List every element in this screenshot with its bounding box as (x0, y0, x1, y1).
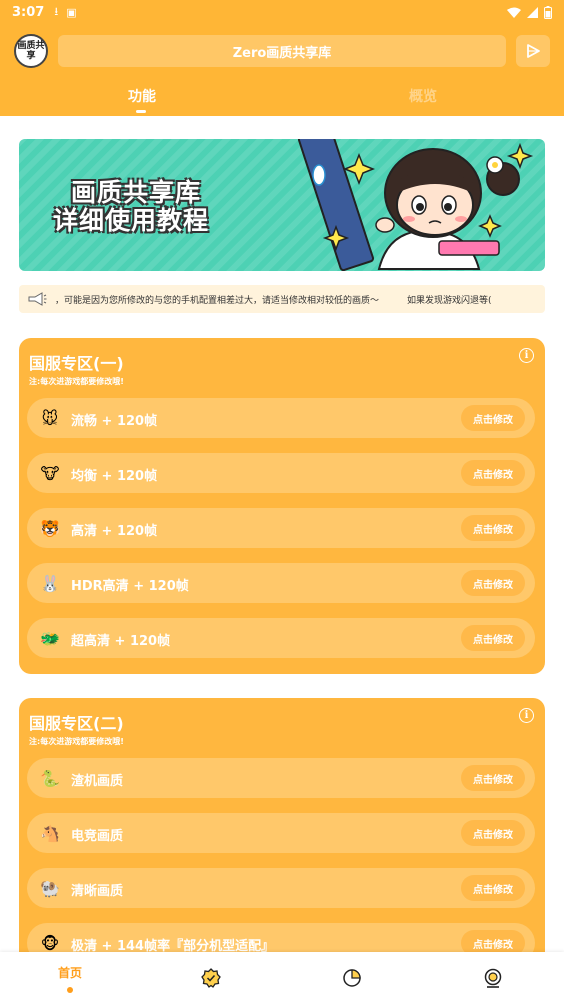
status-bar: 3:07 ⭳ ▣ (0, 0, 564, 24)
badge-icon (201, 968, 221, 988)
tutorial-banner[interactable]: 画质共享库 详细使用教程 (19, 139, 545, 271)
megaphone-icon (27, 291, 47, 307)
notice-text-continued: 如果发现游戏闪退等( (407, 295, 492, 306)
list-item[interactable]: 🐏 清晰画质 点击修改 (27, 868, 535, 908)
tiger-icon: 🐯 (40, 518, 60, 538)
pie-chart-icon (343, 969, 361, 987)
list-item[interactable]: 🐭 流畅 + 120帧 点击修改 (27, 398, 535, 438)
item-label: 清晰画质 (71, 884, 124, 899)
wifi-icon (507, 7, 521, 18)
tab-indicator (136, 110, 146, 113)
banner-girl-illustration (297, 139, 534, 271)
download-icon: ⭳ (54, 4, 59, 18)
app-logo[interactable]: 画质共享 (14, 34, 48, 68)
app-title: Zero画质共享库 (232, 45, 332, 61)
status-time: 3:07 (12, 4, 45, 20)
item-label: 均衡 + 120帧 (71, 469, 158, 484)
nav-home-label: 首页 (57, 965, 82, 980)
item-label: 电竞画质 (71, 829, 124, 844)
section-note: 注:每次进游戏都要修改哦! (29, 377, 124, 386)
notice-marquee: ，可能是因为您所修改的与您的手机配置相差过大，请适当修改相对较低的画质～ 如果发… (19, 285, 545, 313)
nav-badge[interactable] (141, 952, 281, 1004)
banner-title-line2: 详细使用教程 (53, 206, 210, 235)
item-label: 超高清 + 120帧 (71, 634, 171, 649)
list-item[interactable]: 🐮 均衡 + 120帧 点击修改 (27, 453, 535, 493)
app-title-box: Zero画质共享库 (58, 35, 506, 67)
notice-text: ，可能是因为您所修改的与您的手机配置相差过大，请适当修改相对较低的画质～ (55, 295, 380, 306)
list-item[interactable]: 🐰 HDR高清 + 120帧 点击修改 (27, 563, 535, 603)
nav-active-dot (67, 986, 73, 993)
modify-button[interactable]: 点击修改 (461, 820, 525, 846)
play-button[interactable] (516, 35, 550, 67)
modify-button[interactable]: 点击修改 (461, 625, 525, 651)
cow-icon: 🐮 (40, 463, 60, 483)
signal-icon (527, 6, 538, 18)
mouse-icon: 🐭 (41, 408, 59, 428)
modify-button[interactable]: 点击修改 (461, 570, 525, 596)
tab-overview[interactable]: 概览 (409, 86, 437, 106)
nav-profile[interactable] (423, 952, 563, 1004)
bottom-nav: 首页 (0, 952, 564, 1004)
play-icon (527, 44, 540, 58)
sheep-icon: 🐏 (40, 878, 60, 898)
list-item[interactable]: 🐯 高清 + 120帧 点击修改 (27, 508, 535, 548)
modify-button[interactable]: 点击修改 (461, 875, 525, 901)
nav-home[interactable]: 首页 (0, 952, 140, 1004)
info-icon[interactable]: i (519, 708, 534, 723)
top-tabs: 功能 概览 (0, 80, 564, 116)
horse-icon: 🐴 (40, 823, 60, 843)
list-item[interactable]: 🐲 超高清 + 120帧 点击修改 (27, 618, 535, 658)
dragon-icon: 🐲 (40, 628, 60, 648)
modify-button[interactable]: 点击修改 (461, 765, 525, 791)
section-title: 国服专区(一) (29, 354, 124, 373)
app-header: 画质共享 Zero画质共享库 功能 概览 (0, 24, 564, 116)
modify-button[interactable]: 点击修改 (461, 405, 525, 431)
snake-icon: 🐍 (40, 768, 60, 788)
section-title: 国服专区(二) (29, 714, 124, 733)
section-note: 注:每次进游戏都要修改哦! (29, 737, 124, 746)
nav-stats[interactable] (282, 952, 422, 1004)
item-label: 高清 + 120帧 (71, 524, 158, 539)
profile-icon (484, 968, 502, 988)
info-icon[interactable]: i (519, 348, 534, 363)
item-label: 流畅 + 120帧 (71, 414, 158, 429)
tab-features[interactable]: 功能 (128, 86, 156, 106)
rabbit-icon: 🐰 (40, 573, 60, 593)
list-item[interactable]: 🐍 渣机画质 点击修改 (27, 758, 535, 798)
section-cn-1: 国服专区(一) 注:每次进游戏都要修改哦! i 🐭 流畅 + 120帧 点击修改… (19, 338, 545, 674)
modify-button[interactable]: 点击修改 (461, 460, 525, 486)
item-label: 渣机画质 (71, 774, 124, 789)
list-item[interactable]: 🐴 电竞画质 点击修改 (27, 813, 535, 853)
item-label: HDR高清 + 120帧 (71, 579, 189, 594)
battery-icon (544, 5, 552, 19)
modify-button[interactable]: 点击修改 (461, 515, 525, 541)
a-icon: ▣ (66, 5, 77, 19)
